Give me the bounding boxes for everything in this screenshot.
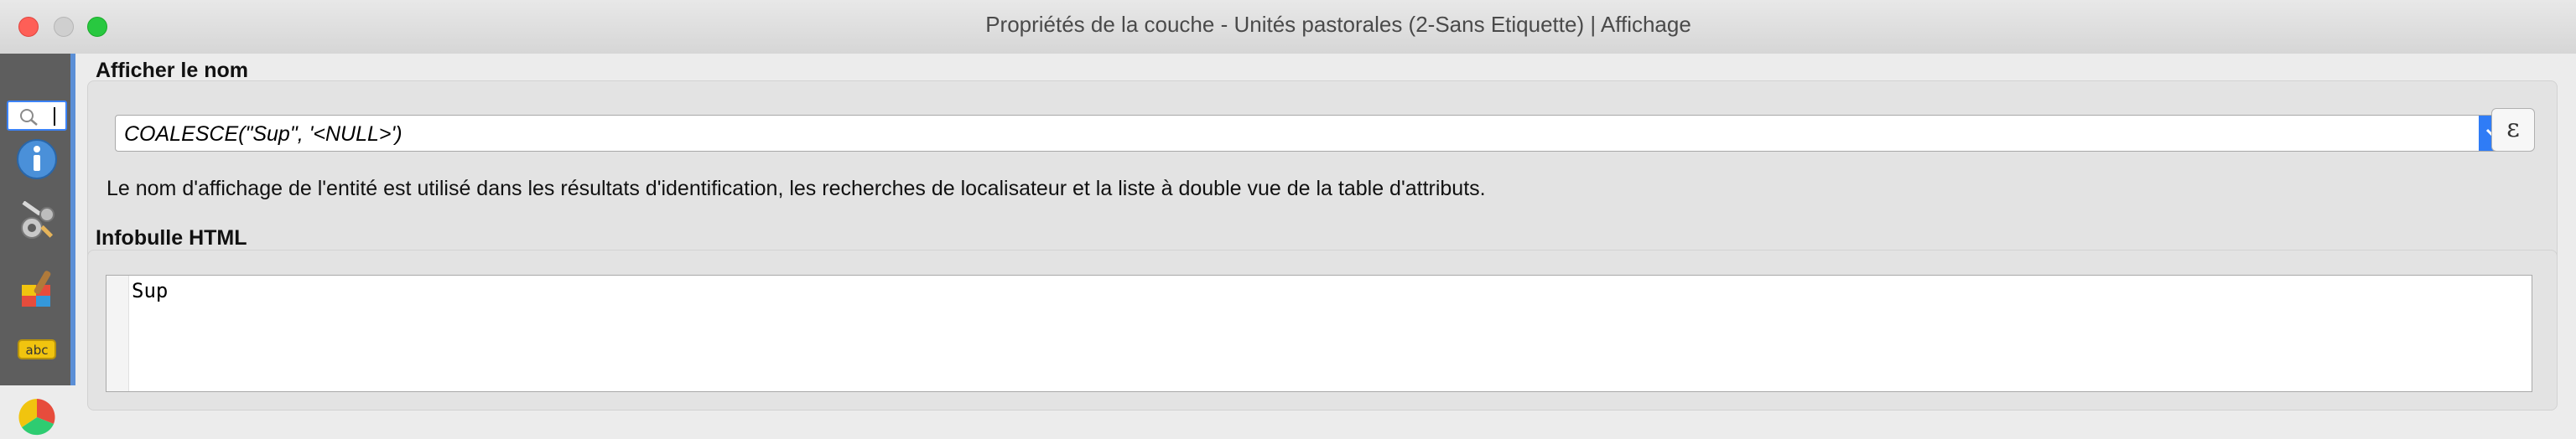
info-icon[interactable] [15,137,59,181]
symbology-brush-icon[interactable] [15,266,59,310]
display-expression-text: COALESCE("Sup", '<NULL>') [124,122,402,146]
search-icon [20,109,38,126]
expression-builder-button[interactable]: ε [2491,108,2535,152]
diagram-icon[interactable] [15,395,59,439]
svg-text:abc: abc [26,343,49,358]
html-tooltip-section-title: Infobulle HTML [96,226,247,250]
html-tooltip-editor[interactable]: Sup [106,275,2532,392]
source-settings-icon[interactable] [15,201,59,245]
display-expression-combobox[interactable]: COALESCE("Sup", '<NULL>') [115,115,2508,152]
window-title: Propriétés de la couche - Unités pastora… [985,12,1691,37]
sidebar-search-input[interactable] [7,101,67,131]
display-name-help-text: Le nom d'affichage de l'entité est utili… [106,177,1486,200]
display-panel: Afficher le nom COALESCE("Sup", '<NULL>'… [75,54,2576,411]
text-caret [54,107,55,126]
display-name-section-title: Afficher le nom [96,59,248,82]
sidebar: abc [0,54,70,436]
html-tooltip-content: Sup [132,279,169,302]
labels-abc-icon[interactable]: abc [15,328,59,372]
editor-gutter [106,276,129,391]
display-name-groupbox: COALESCE("Sup", '<NULL>') ε Le nom d'aff… [87,80,2558,278]
window-titlebar: Propriétés de la couche - Unités pastora… [0,0,2576,55]
